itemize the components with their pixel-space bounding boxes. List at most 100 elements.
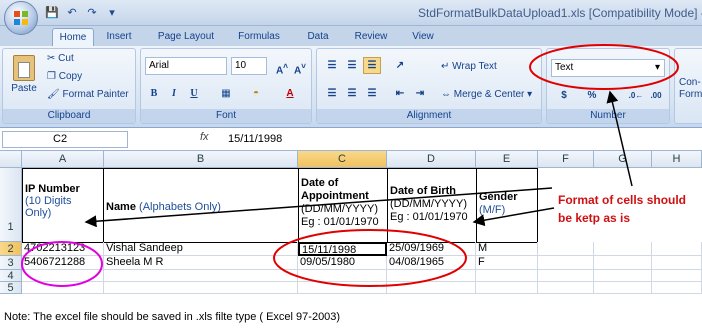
cell-c5[interactable] [298,282,387,294]
column-header-e[interactable]: E [476,151,538,168]
save-icon[interactable]: 💾 [44,5,60,21]
cell-b3[interactable]: Sheela M R [104,256,298,270]
italic-button[interactable]: I [165,85,183,102]
borders-icon[interactable]: ▦ [217,85,235,102]
copy-button[interactable]: ❐ Copy [47,69,82,85]
row-header-2[interactable]: 2 [0,242,22,256]
wrap-text-button[interactable]: ↵ Wrap Text [441,59,497,75]
cell-a2[interactable]: 4702213123 [22,242,104,256]
cell-e5[interactable] [476,282,538,294]
header-cell-doa[interactable]: Date of Appointment (DD/MM/YYYY) Eg : 01… [298,168,388,243]
fill-color-icon[interactable]: ◓ [247,85,265,102]
header-cell-ip[interactable]: IP Number (10 Digits Only) [22,168,104,243]
row-header-3[interactable]: 3 [0,256,22,270]
format-painter-button[interactable]: 🖌 Format Painter [47,87,129,103]
tab-formulas[interactable]: Formulas [232,28,286,46]
column-header-c[interactable]: C [298,151,387,168]
shrink-font-icon[interactable]: A˅ [291,57,309,76]
align-left-icon[interactable]: ☰ [323,85,341,102]
cell-d3[interactable]: 04/08/1965 [387,256,476,270]
undo-icon[interactable]: ↶ [64,5,80,21]
number-format-select[interactable]: Text ▾ [551,59,665,77]
increase-indent-icon[interactable]: ⇥ [411,85,429,102]
increase-decimal-icon[interactable]: .0← [627,87,645,104]
cell-d4[interactable] [387,270,476,282]
cell-g2[interactable] [594,242,652,256]
cell-c4[interactable] [298,270,387,282]
redo-icon[interactable]: ↷ [84,5,100,21]
orientation-icon[interactable]: ↗ [391,57,409,74]
align-center-icon[interactable]: ☰ [343,85,361,102]
cell-a4[interactable] [22,270,104,282]
tab-page-layout[interactable]: Page Layout [150,28,222,46]
cell-h4[interactable] [652,270,702,282]
paste-button[interactable]: Paste [7,53,41,101]
column-header-d[interactable]: D [387,151,476,168]
function-icon[interactable]: fx [200,131,209,143]
select-all-corner[interactable] [0,151,22,168]
cell-g3[interactable] [594,256,652,270]
underline-button[interactable]: U [185,85,203,102]
align-bottom-icon[interactable]: ☰ [363,57,381,74]
tab-view[interactable]: View [406,28,440,46]
name-header-sub: (Alphabets Only) [139,201,221,213]
office-button[interactable] [4,1,38,35]
cell-e3[interactable]: F [476,256,538,270]
column-header-f[interactable]: F [538,151,594,168]
dob-header-sub: (DD/MM/YYYY) [390,198,467,210]
row-header-4[interactable]: 4 [0,270,22,282]
cell-e4[interactable] [476,270,538,282]
font-name-select[interactable]: Arial [145,57,227,75]
header-cell-gender[interactable]: Gender (M/F) [476,168,538,243]
cell-a5[interactable] [22,282,104,294]
tab-review[interactable]: Review [348,28,394,46]
cell-h3[interactable] [652,256,702,270]
row-header-5[interactable]: 5 [0,282,22,294]
header-cell-dob[interactable]: Date of Birth (DD/MM/YYYY) Eg : 01/01/19… [387,168,477,243]
cell-c2[interactable]: 15/11/1998 [298,242,387,256]
conditional-format-button[interactable]: Con- Forma [679,77,702,101]
comma-button[interactable]: , [605,87,623,104]
customize-icon[interactable]: ▾ [104,5,120,21]
decrease-indent-icon[interactable]: ⇤ [391,85,409,102]
cell-f2[interactable] [538,242,594,256]
currency-button[interactable]: $ [555,87,573,104]
align-top-icon[interactable]: ☰ [323,57,341,74]
cell-h5[interactable] [652,282,702,294]
grow-font-icon[interactable]: A˄ [273,57,291,76]
cell-b4[interactable] [104,270,298,282]
percent-button[interactable]: % [583,87,601,104]
cell-f5[interactable] [538,282,594,294]
column-header-h[interactable]: H [652,151,702,168]
align-right-icon[interactable]: ☰ [363,85,381,102]
decrease-decimal-icon[interactable]: .00 [647,87,665,104]
tab-data[interactable]: Data [302,28,334,46]
column-header-g[interactable]: G [594,151,652,168]
cell-f4[interactable] [538,270,594,282]
cell-f3[interactable] [538,256,594,270]
column-header-a[interactable]: A [22,151,104,168]
formula-input[interactable]: 15/11/1998 [228,131,282,147]
column-header-b[interactable]: B [104,151,298,168]
cell-g4[interactable] [594,270,652,282]
name-box[interactable]: C2 [2,131,128,148]
bold-button[interactable]: B [145,85,163,102]
row-header-1[interactable]: 1 [0,168,22,242]
cell-b2[interactable]: Vishal Sandeep [104,242,298,256]
cut-button[interactable]: ✂ Cut [47,51,74,67]
align-middle-icon[interactable]: ☰ [343,57,361,74]
cell-c3[interactable]: 09/05/1980 [298,256,387,270]
cell-a3[interactable]: 5406721288 [22,256,104,270]
cell-d2[interactable]: 25/09/1969 [387,242,476,256]
tab-home[interactable]: Home [52,28,94,46]
cell-g5[interactable] [594,282,652,294]
merge-center-button[interactable]: ⇔ Merge & Center ▾ [441,87,532,103]
font-size-select[interactable]: 10 [231,57,267,75]
font-color-icon[interactable]: A [281,85,299,102]
cell-b5[interactable] [104,282,298,294]
tab-insert[interactable]: Insert [100,28,138,46]
cell-e2[interactable]: M [476,242,538,256]
cell-d5[interactable] [387,282,476,294]
cell-h2[interactable] [652,242,702,256]
header-cell-name[interactable]: Name (Alphabets Only) [103,168,299,243]
